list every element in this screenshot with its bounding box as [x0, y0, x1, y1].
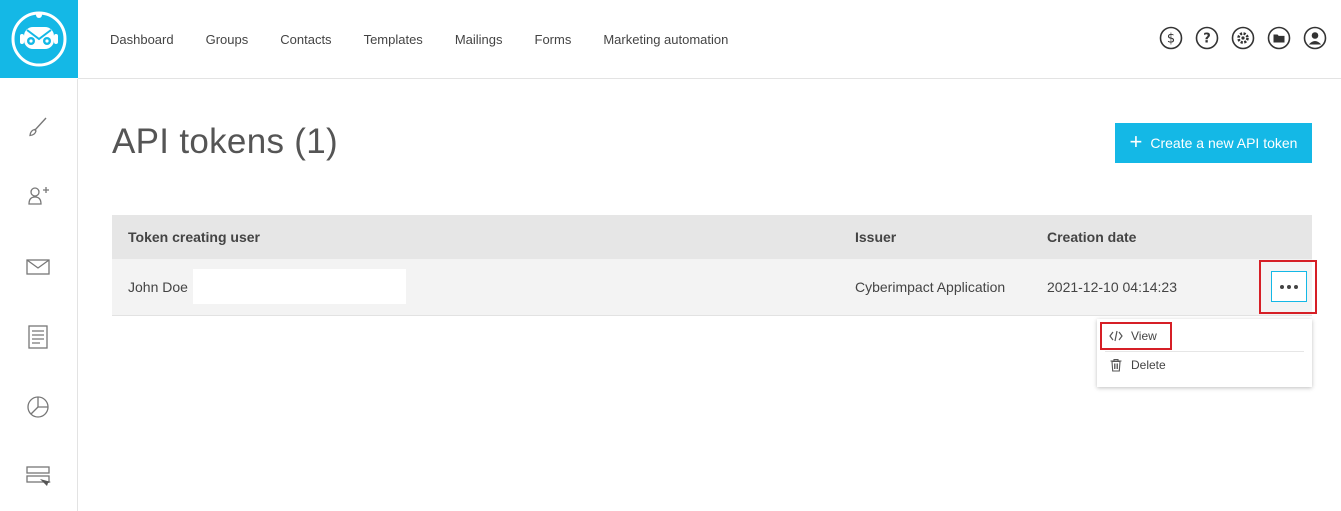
gear-icon[interactable]	[1231, 26, 1255, 50]
nav-templates[interactable]: Templates	[348, 32, 439, 47]
report-icon[interactable]	[24, 393, 52, 421]
menu-item-delete[interactable]: Delete	[1109, 355, 1166, 375]
add-contact-icon[interactable]	[24, 183, 52, 211]
sidebar	[0, 79, 78, 511]
trash-icon	[1110, 358, 1122, 372]
table-header: Token creating user Issuer Creation date	[112, 215, 1312, 259]
api-tokens-table: Token creating user Issuer Creation date…	[112, 215, 1312, 316]
header-token-user: Token creating user	[128, 229, 261, 245]
create-api-token-label: Create a new API token	[1150, 135, 1298, 151]
nav-marketing-automation[interactable]: Marketing automation	[587, 32, 744, 47]
cell-user: John Doe	[128, 279, 188, 295]
svg-text:?: ?	[1203, 32, 1211, 47]
header-issuer: Issuer	[855, 229, 897, 245]
main-nav: Dashboard Groups Contacts Templates Mail…	[94, 0, 744, 78]
mail-icon[interactable]	[24, 253, 52, 281]
nav-mailings[interactable]: Mailings	[439, 32, 519, 47]
nav-dashboard[interactable]: Dashboard	[94, 32, 190, 47]
user-icon[interactable]	[1303, 26, 1327, 50]
header-creation-date: Creation date	[1047, 229, 1137, 245]
robot-logo-icon	[11, 11, 67, 67]
nav-forms[interactable]: Forms	[519, 32, 588, 47]
cell-creation-date: 2021-12-10 04:14:23	[1047, 279, 1177, 295]
page-title: API tokens (1)	[112, 122, 338, 161]
plus-icon: +	[1129, 129, 1143, 154]
app-logo[interactable]	[0, 0, 78, 78]
more-actions-button[interactable]	[1271, 271, 1307, 302]
menu-divider	[1105, 351, 1304, 352]
ellipsis-icon	[1280, 284, 1284, 289]
svg-text:$: $	[1167, 32, 1175, 47]
create-api-token-button[interactable]: + Create a new API token	[1115, 123, 1312, 163]
folder-icon[interactable]	[1267, 26, 1291, 50]
redacted-area	[193, 269, 406, 304]
template-icon[interactable]	[24, 323, 52, 351]
form-icon[interactable]	[24, 463, 52, 491]
menu-item-delete-label: Delete	[1131, 358, 1166, 372]
nav-contacts[interactable]: Contacts	[264, 32, 347, 47]
nav-groups[interactable]: Groups	[190, 32, 265, 47]
cell-issuer: Cyberimpact Application	[855, 279, 1006, 295]
table-row: John Doe Cyberimpact Application 2021-12…	[112, 259, 1312, 316]
help-icon[interactable]: ?	[1195, 26, 1219, 50]
top-navigation-bar: Dashboard Groups Contacts Templates Mail…	[78, 0, 1341, 79]
top-icon-group: $ ?	[1159, 26, 1327, 50]
dollar-icon[interactable]: $	[1159, 26, 1183, 50]
brush-icon[interactable]	[24, 113, 52, 141]
view-item-highlight	[1100, 322, 1172, 350]
